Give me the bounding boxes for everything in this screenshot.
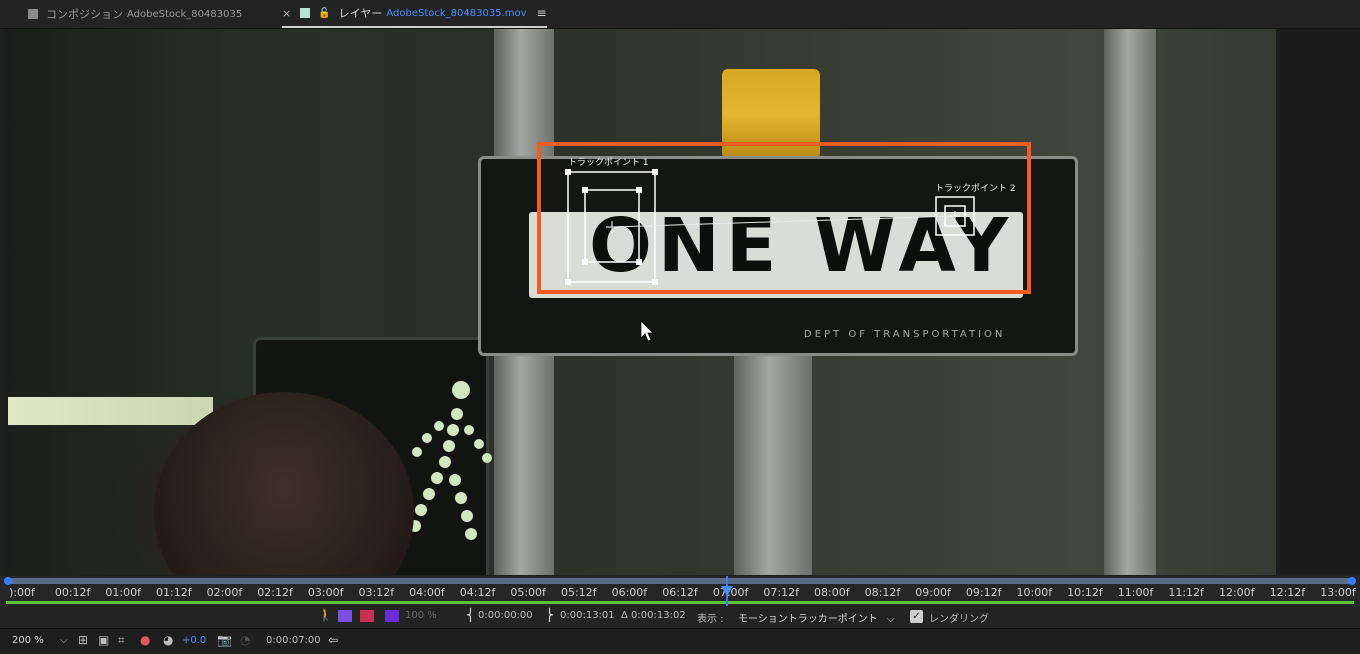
ruler-tick-label: 09:00f bbox=[915, 586, 951, 599]
tab-layer-label: レイヤー bbox=[338, 7, 383, 20]
zoom-chevron-down-icon[interactable]: ⌵ bbox=[60, 635, 68, 646]
go-to-time-icon[interactable]: ⇦ bbox=[328, 633, 338, 647]
ruler-tick-label: ):00f bbox=[9, 586, 35, 599]
zoom-dropdown[interactable]: 200 % bbox=[12, 635, 44, 646]
ruler-tick-label: 00:12f bbox=[54, 586, 91, 599]
duration-time: Δ 0:00:13:02 bbox=[621, 610, 686, 621]
ruler-tick-label: 11:00f bbox=[1117, 586, 1154, 599]
render-label: レンダリング bbox=[929, 614, 989, 625]
ruler-tick-label: 01:12f bbox=[156, 586, 192, 599]
ruler-tick-label: 03:00f bbox=[307, 586, 344, 599]
layer-viewer[interactable]: ONE WAY DEPT OF TRANSPORTATION bbox=[4, 29, 1276, 575]
work-area-bar[interactable] bbox=[6, 601, 1354, 604]
sign-text: ONE WAY bbox=[589, 203, 1015, 289]
walk-icon[interactable]: 🚶 bbox=[318, 608, 333, 622]
render-checkbox[interactable]: ✓ bbox=[910, 610, 923, 623]
panel-menu-icon[interactable]: ≡ bbox=[537, 6, 547, 20]
color-channels-icon[interactable]: ● bbox=[140, 633, 150, 647]
layer-controls-row: 🚶 100 % ⎨ 0:00:00:00 ⎬ 0:00:13:01 Δ 0:00… bbox=[0, 606, 1360, 628]
current-time-display[interactable]: 0:00:07:00 bbox=[266, 635, 321, 646]
show-snapshot-icon[interactable]: ◔ bbox=[240, 633, 250, 647]
ruler-tick-label: 06:00f bbox=[611, 586, 648, 599]
fast-previews-icon[interactable]: ▣ bbox=[98, 633, 109, 647]
ruler-tick-label: 02:00f bbox=[206, 586, 243, 599]
ruler-tick-label: 08:00f bbox=[814, 586, 850, 599]
layer-color-icon bbox=[300, 8, 311, 18]
view-dropdown[interactable]: モーショントラッカーポイント ⌵ bbox=[738, 610, 895, 625]
sign-subtext: DEPT OF TRANSPORTATION bbox=[804, 329, 1006, 340]
ruler-tick-label: 02:12f bbox=[257, 586, 293, 599]
zoom-value: 200 % bbox=[12, 635, 44, 646]
out-point-time[interactable]: 0:00:13:01 bbox=[560, 610, 615, 621]
tab-composition[interactable]: コンポジション AdobeStock_80483035 bbox=[28, 0, 242, 28]
lock-icon[interactable]: 🔓 bbox=[318, 8, 330, 19]
grid-guides-icon[interactable]: ⌗ bbox=[118, 633, 125, 648]
viewer-bottom-toolbar: 200 % ⌵ ⊞ ▣ ⌗ ● ◕ +0.0 📷 ◔ 0:00:07:00 ⇦ bbox=[0, 628, 1360, 654]
ruler-tick-label: 11:12f bbox=[1168, 586, 1204, 599]
ruler-tick-label: 05:00f bbox=[510, 586, 546, 599]
panel-tab-bar: コンポジション AdobeStock_80483035 × 🔓 レイヤー Ado… bbox=[0, 0, 1360, 29]
view-label: 表示 : bbox=[697, 614, 724, 625]
ruler-tick-label: 07:12f bbox=[763, 586, 800, 599]
ruler-tick-label: 01:00f bbox=[105, 586, 142, 599]
out-point-icon[interactable]: ⎬ bbox=[545, 608, 554, 622]
snapshot-camera-icon[interactable]: 📷 bbox=[217, 633, 232, 647]
footage-yellow-cap bbox=[722, 69, 820, 159]
motion-path-alt-color-icon[interactable] bbox=[360, 610, 374, 622]
opacity-value[interactable]: 100 % bbox=[405, 610, 437, 621]
ruler-tick-label: 06:12f bbox=[662, 586, 698, 599]
in-point-icon[interactable]: ⎨ bbox=[466, 608, 475, 622]
ruler-tick-labels: ):00f 00:12f 01:00f 01:12f 02:00f 02:12f 03:00… bbox=[0, 584, 1360, 600]
ruler-tick-label: 12:00f bbox=[1218, 586, 1255, 599]
ruler-tick-label: 03:12f bbox=[358, 586, 395, 599]
ruler-tick-label: 08:12f bbox=[864, 586, 901, 599]
layer-color-swatch[interactable] bbox=[385, 610, 399, 622]
ruler-tick-label: 05:12f bbox=[560, 586, 597, 599]
ruler-tick-label: 09:12f bbox=[965, 586, 1002, 599]
composition-icon bbox=[28, 9, 38, 19]
close-tab-icon[interactable]: × bbox=[282, 7, 291, 20]
ruler-tick-label: 10:00f bbox=[1016, 586, 1053, 599]
tab-composition-name: AdobeStock_80483035 bbox=[127, 8, 243, 20]
tab-layer[interactable]: × 🔓 レイヤー AdobeStock_80483035.mov ≡ bbox=[282, 0, 547, 28]
exposure-value[interactable]: +0.0 bbox=[182, 635, 206, 646]
motion-path-color-icon[interactable] bbox=[338, 610, 352, 622]
ruler-tick-label: 04:12f bbox=[459, 586, 496, 599]
chevron-down-icon: ⌵ bbox=[887, 614, 895, 625]
in-point-time[interactable]: 0:00:00:00 bbox=[478, 610, 533, 621]
ruler-tick-label: 12:12f bbox=[1269, 586, 1306, 599]
tab-layer-filename: AdobeStock_80483035.mov bbox=[386, 7, 527, 19]
footage-pole-right bbox=[1104, 29, 1156, 575]
time-ruler[interactable]: ):00f 00:12f 01:00f 01:12f 02:00f 02:12f 03:00… bbox=[0, 576, 1360, 606]
color-management-icon[interactable]: ◕ bbox=[163, 633, 173, 647]
ruler-tick-label: 10:12f bbox=[1067, 586, 1103, 599]
viewer-gutter bbox=[1276, 29, 1360, 575]
walk-signal-graphic bbox=[409, 381, 492, 540]
view-dropdown-value: モーショントラッカーポイント bbox=[738, 614, 878, 625]
ruler-tick-label: 04:00f bbox=[409, 586, 445, 599]
footage-light-strip bbox=[8, 397, 213, 425]
ruler-tick-label: 13:00f bbox=[1320, 586, 1356, 599]
resolution-icon[interactable]: ⊞ bbox=[78, 633, 88, 647]
tab-composition-label: コンポジション bbox=[46, 8, 123, 21]
